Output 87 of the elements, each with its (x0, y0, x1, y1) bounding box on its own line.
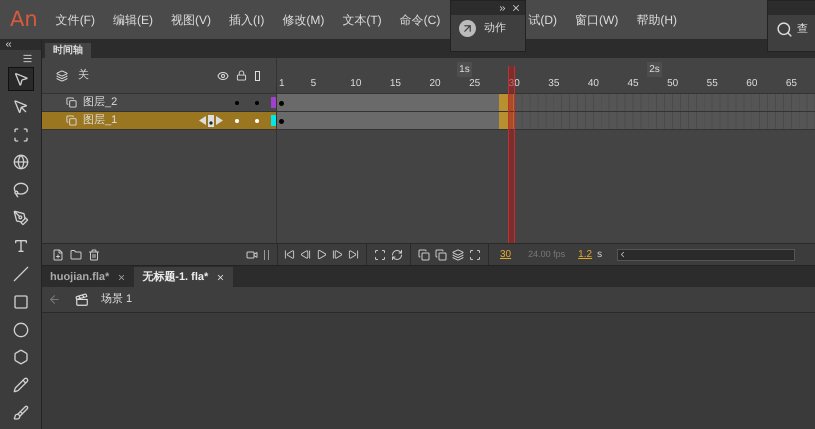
pen-icon (12, 210, 28, 226)
panel-label[interactable]: 动作 (484, 20, 506, 37)
panel-tab[interactable]: 时间轴 (45, 43, 91, 58)
elapsed-time[interactable]: 1.2 (578, 247, 592, 262)
document-tab[interactable]: huojian.fla* (42, 267, 134, 287)
selected-frame (498, 94, 515, 111)
header-label: 关 (78, 68, 89, 84)
frame-number: 1 (279, 77, 285, 91)
document-tab[interactable]: 无标题-1. fla* (134, 267, 234, 287)
menu-item[interactable]: 插入(I) (229, 10, 264, 28)
frame-number: 50 (667, 77, 678, 91)
selection-arrow-icon (12, 70, 28, 87)
menu-item[interactable]: 文件(F) (56, 10, 96, 28)
clapperboard-icon (75, 292, 89, 306)
layer-color-swatch[interactable] (271, 97, 276, 108)
frame-number: 5 (310, 77, 316, 91)
layer-icon (66, 97, 77, 108)
hexagon-icon (12, 349, 28, 366)
frame-number: 30 (508, 77, 520, 91)
menu-icon[interactable] (22, 52, 33, 64)
close-icon[interactable] (117, 272, 126, 282)
scene-label[interactable]: 场景 1 (101, 291, 132, 308)
frame-number: 60 (746, 77, 758, 91)
menu-item[interactable]: 试(D) (528, 10, 558, 28)
text-tool-icon (12, 238, 28, 254)
loop-icon[interactable] (391, 248, 403, 260)
pointer-arrow-icon (12, 98, 28, 115)
selected-frame (498, 112, 515, 129)
globe-icon (12, 154, 28, 170)
menu-item[interactable]: 帮助(H) (636, 10, 678, 28)
layer-color-swatch[interactable] (271, 115, 276, 126)
rectangle-icon (12, 294, 28, 310)
camera-icon[interactable] (246, 248, 258, 260)
horizontal-scrollbar[interactable] (617, 248, 796, 260)
menu-item[interactable]: 文本(T) (342, 10, 382, 28)
layer-icon (66, 115, 77, 126)
menu-item[interactable]: 命令(C) (400, 10, 440, 28)
outline-icon[interactable] (255, 70, 260, 80)
line-tool-icon (12, 266, 28, 282)
menu-item[interactable]: 编辑(E) (113, 10, 154, 28)
handle-icon[interactable] (264, 250, 269, 260)
seconds-label: 1s (457, 62, 472, 77)
close-icon[interactable] (511, 3, 521, 13)
time-unit: s (597, 248, 602, 262)
menu-item[interactable]: 修改(M) (282, 10, 324, 28)
back-arrow-icon[interactable] (48, 293, 61, 306)
last-frame-icon[interactable] (348, 249, 359, 260)
pencil-icon (12, 377, 28, 394)
frame-number: 10 (350, 77, 362, 91)
brush-icon (12, 405, 28, 422)
new-layer-icon[interactable] (52, 248, 64, 260)
first-frame-icon[interactable] (284, 249, 295, 260)
panel-label[interactable]: 查 (797, 21, 808, 38)
frame-number: 45 (627, 77, 639, 91)
eye-icon[interactable] (217, 70, 229, 82)
collapse-icon[interactable] (4, 40, 13, 50)
layers-icon[interactable] (56, 70, 68, 82)
seconds-label: 2s (647, 62, 662, 77)
tab-label[interactable]: 无标题-1. fla* (142, 268, 208, 286)
lock-icon[interactable] (236, 70, 247, 81)
frame-number: 25 (469, 77, 480, 91)
oval-icon (12, 322, 28, 338)
folder-icon[interactable] (70, 248, 82, 260)
frame-number: 65 (786, 77, 797, 91)
step-forward-icon[interactable] (332, 249, 343, 260)
frame-number: 55 (706, 77, 718, 91)
layer-name[interactable]: 图层_2 (83, 94, 173, 111)
tool-button[interactable] (8, 66, 34, 91)
lasso-icon (12, 182, 28, 198)
trash-icon[interactable] (88, 248, 100, 260)
tab-label[interactable]: huojian.fla* (50, 268, 110, 286)
play-icon[interactable] (316, 249, 327, 260)
current-frame[interactable]: 30 (500, 247, 512, 262)
menu-item[interactable]: 视图(V) (171, 10, 212, 28)
frame-number: 15 (390, 77, 401, 91)
layer-row[interactable]: 图层_2 (42, 94, 815, 112)
transform-icon (12, 126, 28, 143)
app-logo: An (10, 6, 38, 33)
frame-number: 40 (588, 77, 599, 91)
keyframe-nav-icon[interactable] (199, 114, 223, 126)
close-icon[interactable] (216, 272, 226, 282)
expand-icon[interactable] (498, 4, 507, 12)
frame-number: 20 (429, 77, 441, 91)
frame-number: 35 (548, 77, 560, 91)
search-icon[interactable] (776, 21, 793, 38)
menu-item[interactable]: 窗口(W) (575, 10, 618, 28)
step-back-icon[interactable] (300, 249, 311, 260)
